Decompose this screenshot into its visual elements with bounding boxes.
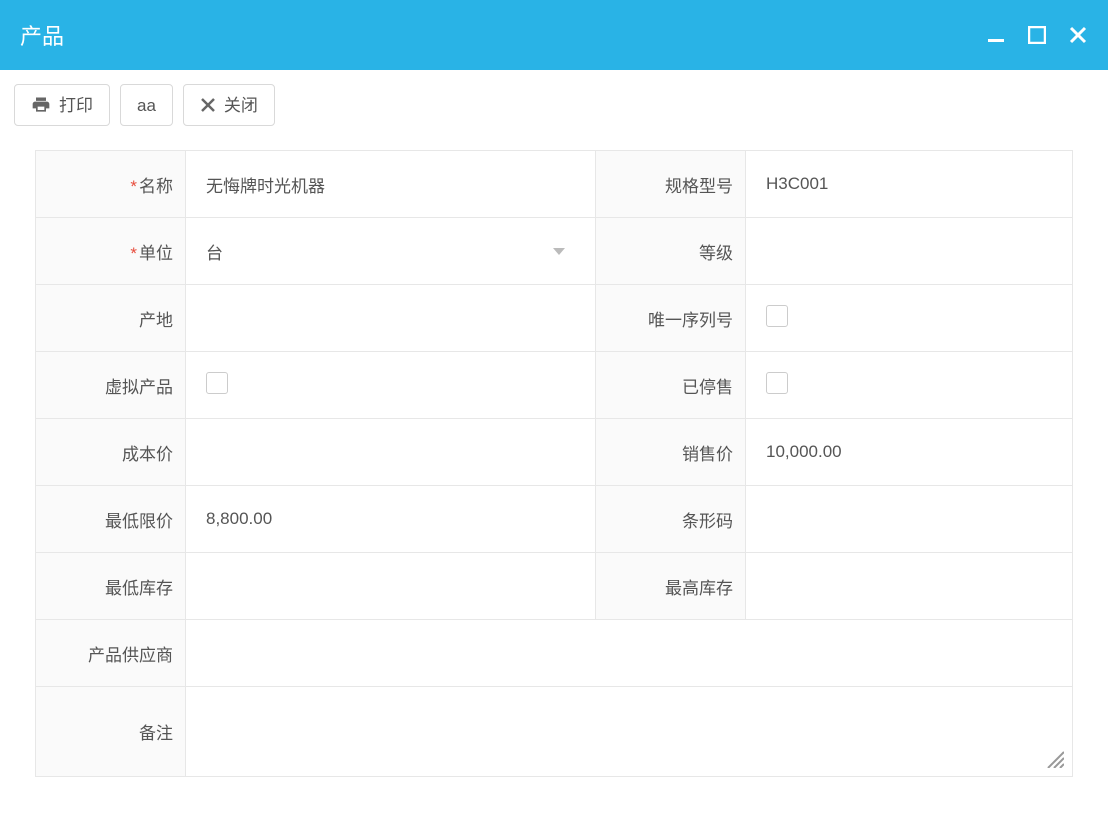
- serial-label: 唯一序列号: [596, 285, 746, 352]
- serial-checkbox[interactable]: [746, 285, 1073, 352]
- aa-button[interactable]: aa: [120, 84, 173, 126]
- origin-input[interactable]: [186, 285, 596, 352]
- origin-label: 产地: [36, 285, 186, 352]
- unit-label: *单位: [36, 218, 186, 285]
- remarks-textarea[interactable]: [186, 687, 1073, 777]
- form-table: *名称 无悔牌时光机器 规格型号 H3C001 *单位 台 等级 产地 唯一序列…: [35, 150, 1073, 777]
- supplier-label: 产品供应商: [36, 620, 186, 687]
- sale-label: 销售价: [596, 419, 746, 486]
- print-label: 打印: [59, 97, 93, 114]
- print-button[interactable]: 打印: [14, 84, 110, 126]
- minprice-label: 最低限价: [36, 486, 186, 553]
- remarks-label: 备注: [36, 687, 186, 777]
- minstock-input[interactable]: [186, 553, 596, 620]
- grade-input[interactable]: [746, 218, 1073, 285]
- window-controls: [986, 25, 1088, 45]
- resize-handle-icon[interactable]: [1044, 748, 1064, 768]
- barcode-label: 条形码: [596, 486, 746, 553]
- maximize-icon[interactable]: [1028, 26, 1046, 44]
- maxstock-label: 最高库存: [596, 553, 746, 620]
- name-input[interactable]: 无悔牌时光机器: [186, 151, 596, 218]
- checkbox-icon: [206, 372, 228, 394]
- maxstock-input[interactable]: [746, 553, 1073, 620]
- virtual-label: 虚拟产品: [36, 352, 186, 419]
- chevron-down-icon: [553, 248, 565, 255]
- minstock-label: 最低库存: [36, 553, 186, 620]
- minimize-icon[interactable]: [986, 25, 1006, 45]
- close-icon: [200, 97, 216, 113]
- discontinued-label: 已停售: [596, 352, 746, 419]
- product-form: *名称 无悔牌时光机器 规格型号 H3C001 *单位 台 等级 产地 唯一序列…: [0, 140, 1108, 777]
- grade-label: 等级: [596, 218, 746, 285]
- virtual-checkbox[interactable]: [186, 352, 596, 419]
- supplier-input[interactable]: [186, 620, 1073, 687]
- minprice-input[interactable]: 8,800.00: [186, 486, 596, 553]
- close-button[interactable]: 关闭: [183, 84, 275, 126]
- window-title: 产品: [20, 19, 64, 51]
- cost-input[interactable]: [186, 419, 596, 486]
- printer-icon: [31, 95, 51, 115]
- checkbox-icon: [766, 372, 788, 394]
- spec-input[interactable]: H3C001: [746, 151, 1073, 218]
- titlebar: 产品: [0, 0, 1108, 70]
- checkbox-icon: [766, 305, 788, 327]
- sale-input[interactable]: 10,000.00: [746, 419, 1073, 486]
- discontinued-checkbox[interactable]: [746, 352, 1073, 419]
- cost-label: 成本价: [36, 419, 186, 486]
- barcode-input[interactable]: [746, 486, 1073, 553]
- aa-label: aa: [137, 97, 156, 114]
- name-label: *名称: [36, 151, 186, 218]
- toolbar: 打印 aa 关闭: [0, 70, 1108, 140]
- close-label: 关闭: [224, 97, 258, 114]
- close-window-icon[interactable]: [1068, 25, 1088, 45]
- unit-select[interactable]: 台: [186, 218, 596, 285]
- spec-label: 规格型号: [596, 151, 746, 218]
